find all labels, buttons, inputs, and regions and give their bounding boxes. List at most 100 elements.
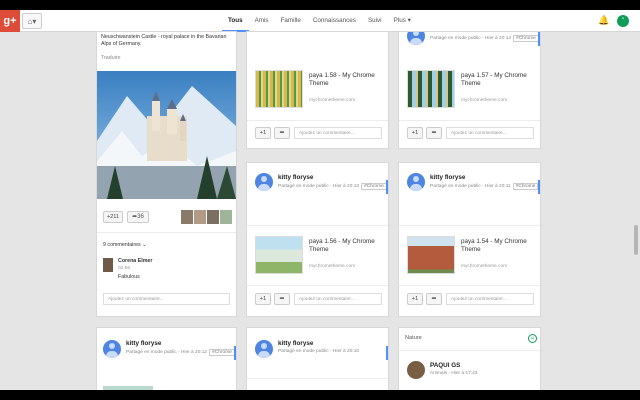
comment-author[interactable]: Corena Elmer	[118, 258, 152, 264]
google-plus-logo[interactable]: g+	[0, 10, 20, 32]
screen: g+ ⌂ ▾ Tous Amis Famille Connaissances Su…	[0, 0, 640, 400]
plus-one-button[interactable]: +1	[407, 127, 423, 139]
link-thumbnail[interactable]	[407, 70, 455, 108]
hangouts-icon[interactable]: "	[617, 15, 629, 27]
divider	[247, 378, 388, 379]
accent-bar	[386, 180, 388, 194]
tab-suivi[interactable]: Suivi	[362, 10, 388, 32]
post-author[interactable]: kitty floryse	[278, 174, 313, 181]
avatar[interactable]	[255, 173, 273, 191]
tab-amis[interactable]: Amis	[249, 10, 275, 32]
share-icon: ➦	[431, 296, 437, 302]
divider	[399, 350, 540, 351]
tab-plus[interactable]: Plus ▾	[388, 10, 417, 32]
divider	[247, 120, 388, 121]
post-author[interactable]: PAQUI GS	[430, 362, 460, 369]
avatar	[194, 210, 206, 224]
comment-time: 02:56	[118, 266, 131, 271]
tab-plus-label: Plus	[393, 17, 406, 24]
avatar[interactable]	[407, 32, 425, 45]
community-label[interactable]: Nature	[405, 335, 422, 341]
post-meta: Partagé en mode public - Hier à 20:13 #Ch…	[278, 183, 387, 190]
share-button[interactable]: ➦	[426, 293, 442, 305]
link-source: mychrometheme.com	[461, 264, 508, 269]
plus-one-button[interactable]: +1	[255, 127, 271, 139]
comment-input[interactable]: Ajoutez un commentaire...	[446, 293, 534, 305]
link-source: mychrometheme.com	[309, 98, 356, 103]
post-visibility-time: Partagé en mode public - Hier à 20:13	[278, 184, 360, 189]
bottom-letterbox	[0, 390, 640, 400]
link-thumbnail[interactable]	[255, 236, 303, 274]
avatar	[207, 210, 219, 224]
accent-bar	[234, 346, 236, 360]
comment-input[interactable]: Ajoutez un commentaire...	[446, 127, 534, 139]
avatar[interactable]	[407, 173, 425, 191]
hashtag-chip[interactable]: #Chrome	[513, 35, 539, 42]
avatar[interactable]	[255, 340, 273, 358]
comment-input[interactable]: Ajoutez un commentaire...	[103, 293, 230, 305]
page-scrollbar[interactable]	[634, 225, 638, 255]
post-author[interactable]: kitty floryse	[430, 174, 465, 181]
hashtag-chip[interactable]: #Chrome	[512, 183, 539, 190]
share-button[interactable]: ➦	[274, 127, 290, 139]
avatar[interactable]	[407, 361, 425, 379]
tab-connaissances[interactable]: Connaissances	[307, 10, 362, 32]
share-button[interactable]: ➦36	[127, 211, 149, 223]
link-title[interactable]: paya 1.58 - My Chrome Theme	[309, 72, 379, 88]
notifications-bell-icon[interactable]: 🔔	[598, 15, 609, 26]
tab-famille[interactable]: Famille	[275, 10, 307, 32]
link-title[interactable]: paya 1.57 - My Chrome Theme	[461, 72, 531, 88]
plus-one-button[interactable]: +211	[103, 211, 123, 223]
post-author[interactable]: kitty floryse	[278, 340, 313, 347]
avatar	[220, 210, 232, 224]
accent-bar	[538, 32, 540, 46]
comment-input[interactable]: Ajoutez un commentaire...	[294, 127, 382, 139]
post-card: paya 1.58 - My Chrome Theme mychromethem…	[246, 31, 389, 149]
divider	[247, 225, 388, 226]
comments-toggle[interactable]: 9 commentaires ⌄	[103, 242, 147, 248]
chevron-down-icon: ▾	[407, 17, 411, 24]
post-meta: Partagé en mode public - Hier à 20:10	[278, 349, 360, 354]
post-meta: Partagé en mode public - Hier à 20:14 #Ch…	[430, 35, 539, 42]
avatar[interactable]	[103, 340, 121, 358]
share-icon: ➦	[431, 130, 437, 136]
hashtag-chip[interactable]: #Chrome	[209, 349, 235, 356]
link-source: mychrometheme.com	[309, 264, 356, 269]
link-thumbnail[interactable]	[407, 236, 455, 274]
share-icon: ➦	[279, 296, 285, 302]
avatar	[103, 258, 113, 272]
castle-photo[interactable]	[97, 71, 236, 199]
link-thumbnail[interactable]	[255, 70, 303, 108]
chevron-down-icon: ⌄	[142, 242, 147, 248]
share-button[interactable]: ➦	[274, 293, 290, 305]
post-visibility-time: Partagé en mode public - Hier à 20:14	[430, 36, 512, 41]
translate-link[interactable]: Traduire	[101, 55, 121, 61]
post-author[interactable]: kitty floryse	[126, 340, 161, 347]
post-visibility-time: Partagé en mode public - Hier à 20:12	[126, 350, 208, 355]
comment-input[interactable]: Ajoutez un commentaire...	[294, 293, 382, 305]
share-icon: ➦	[279, 130, 285, 136]
top-letterbox	[0, 0, 640, 10]
post-card: Partagé en mode public - Hier à 20:14 #Ch…	[398, 31, 541, 149]
plus-one-button[interactable]: +1	[255, 293, 271, 305]
share-button[interactable]: ➦	[426, 127, 442, 139]
share-count: 36	[137, 214, 144, 220]
comments-count: 9 commentaires	[103, 242, 141, 248]
community-icon[interactable]: ☺	[528, 334, 537, 343]
community-post-card: Nature ☺ PAQUI GS Animals - Hier à 17:43	[398, 327, 541, 397]
post-card: kitty floryse Partagé en mode public - H…	[96, 327, 237, 397]
tab-tous[interactable]: Tous	[222, 10, 249, 32]
castle-image	[97, 71, 236, 199]
home-menu-button[interactable]: ⌂ ▾	[22, 13, 42, 29]
plus-oners-avatars[interactable]	[181, 210, 232, 224]
divider	[399, 120, 540, 121]
post-card: kitty floryse Partagé en mode public - H…	[398, 162, 541, 317]
featured-post-card: Neuschwanstein Castle - royal palace in …	[96, 31, 237, 317]
link-title[interactable]: paya 1.54 - My Chrome Theme	[461, 238, 531, 254]
link-title[interactable]: paya 1.56 - My Chrome Theme	[309, 238, 379, 254]
chevron-down-icon: ▾	[32, 16, 37, 26]
hashtag-chip[interactable]: #Chrome	[361, 183, 387, 190]
accent-bar	[386, 346, 388, 360]
app-header: g+ ⌂ ▾ Tous Amis Famille Connaissances Su…	[0, 10, 640, 32]
plus-one-button[interactable]: +1	[407, 293, 423, 305]
